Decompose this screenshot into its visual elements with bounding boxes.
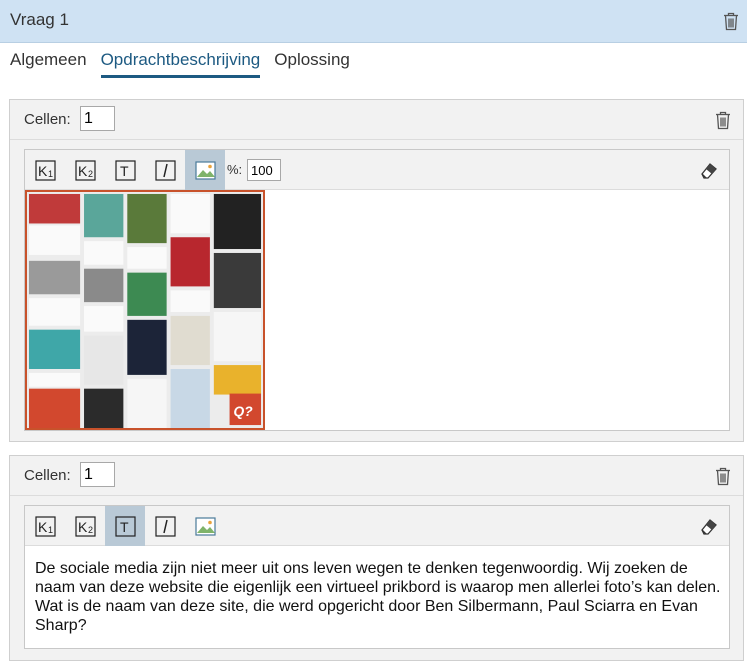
cells-label: Cellen: — [24, 467, 71, 484]
heading-1-icon[interactable]: K1 — [25, 150, 65, 190]
text-icon[interactable]: T — [105, 150, 145, 190]
heading-2-icon[interactable]: K2 — [65, 506, 105, 546]
svg-text:2: 2 — [88, 525, 93, 535]
cell-editor: K1 K2 T %: 100 Q? — [24, 149, 730, 431]
cells-count-input[interactable] — [80, 462, 115, 487]
image-thumbnail: Q? — [27, 192, 263, 428]
svg-text:1: 1 — [48, 525, 53, 535]
cells-label: Cellen: — [24, 111, 71, 128]
image-icon[interactable] — [185, 506, 225, 546]
italic-icon[interactable] — [145, 506, 185, 546]
delete-panel-trash-icon[interactable] — [715, 111, 731, 130]
cell-panel-image: Cellen: K1 K2 T %: — [9, 99, 744, 442]
svg-text:K: K — [78, 519, 88, 535]
italic-icon[interactable] — [145, 150, 185, 190]
delete-question-trash-icon[interactable] — [723, 12, 739, 31]
question-text[interactable]: De sociale media zijn niet meer uit ons … — [35, 559, 721, 635]
panel-header: Cellen: — [10, 100, 743, 140]
panel-header: Cellen: — [10, 456, 743, 496]
heading-2-icon[interactable]: K2 — [65, 150, 105, 190]
question-image[interactable]: Q? — [25, 190, 265, 430]
svg-text:K: K — [38, 519, 48, 535]
svg-text:T: T — [120, 519, 129, 535]
svg-text:K: K — [78, 163, 88, 179]
cell-editor: K1 K2 T De sociale media zijn niet meer … — [24, 505, 730, 649]
cell-panel-text: Cellen: K1 K2 T De soc — [9, 455, 744, 661]
editor-toolbar: K1 K2 T %: — [25, 150, 729, 190]
percent-label: %: — [227, 162, 243, 177]
tab-opdrachtbeschrijving[interactable]: Opdrachtbeschrijving — [100, 50, 261, 78]
eraser-icon[interactable] — [699, 160, 719, 180]
svg-text:K: K — [38, 163, 48, 179]
tab-oplossing[interactable]: Oplossing — [274, 50, 350, 78]
svg-text:T: T — [120, 163, 129, 179]
tab-algemeen[interactable]: Algemeen — [10, 50, 87, 78]
text-icon[interactable]: T — [105, 506, 145, 546]
tab-bar: Algemeen Opdrachtbeschrijving Oplossing — [10, 50, 364, 80]
image-badge: Q? — [234, 404, 254, 419]
heading-1-icon[interactable]: K1 — [25, 506, 65, 546]
cells-count-input[interactable] — [80, 106, 115, 131]
svg-text:1: 1 — [48, 169, 53, 179]
image-scale-input[interactable] — [247, 159, 281, 181]
question-title: Vraag 1 — [10, 10, 69, 29]
image-icon[interactable] — [185, 150, 225, 190]
editor-toolbar: K1 K2 T — [25, 506, 729, 546]
eraser-icon[interactable] — [699, 516, 719, 536]
svg-text:2: 2 — [88, 169, 93, 179]
question-header: Vraag 1 — [0, 0, 747, 43]
delete-panel-trash-icon[interactable] — [715, 467, 731, 486]
